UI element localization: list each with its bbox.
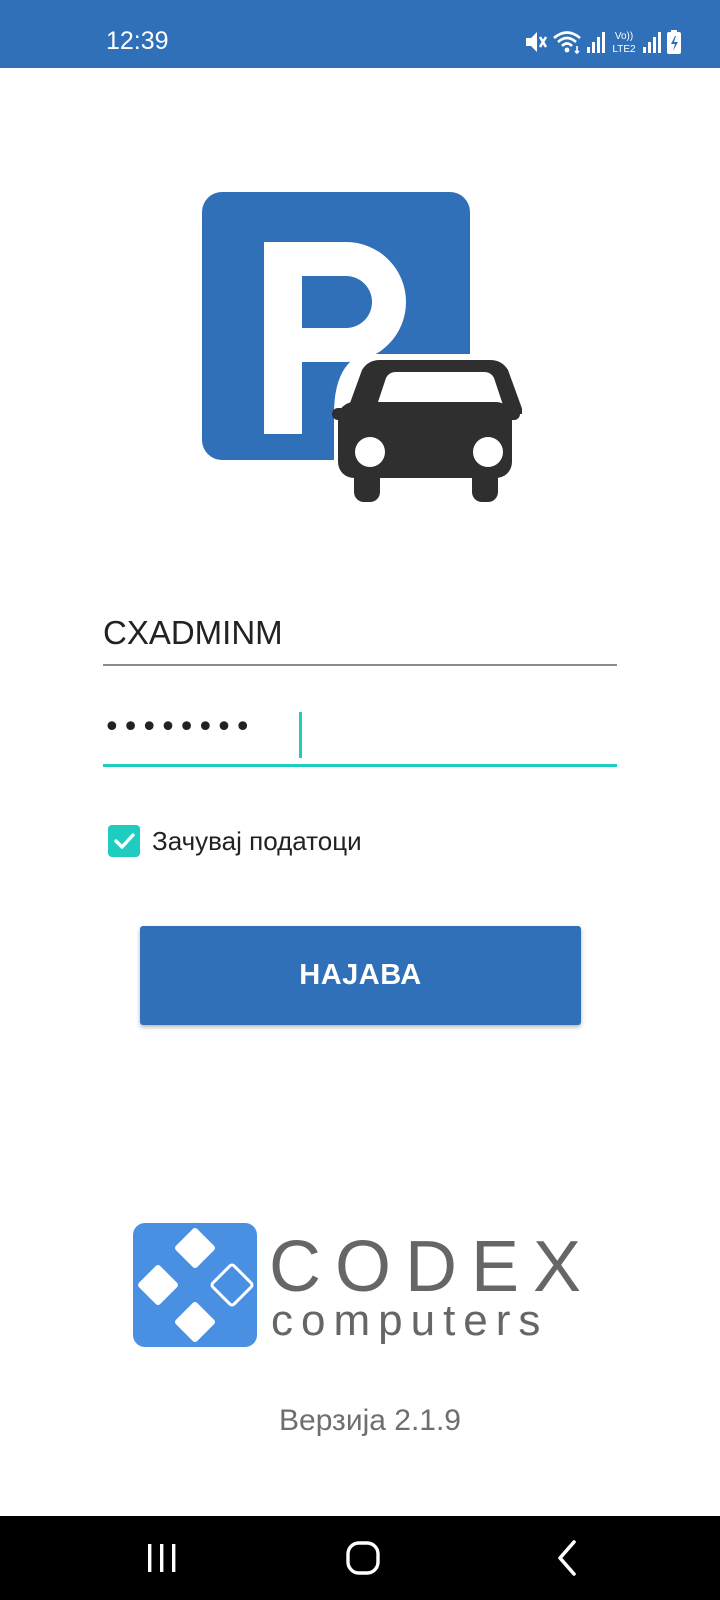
username-input[interactable]: CXADMINM	[103, 600, 617, 666]
username-value: CXADMINM	[103, 614, 283, 651]
status-time: 12:39	[106, 27, 169, 55]
signal-icon	[643, 32, 661, 53]
login-button[interactable]: НАЈАВА	[140, 926, 581, 1025]
codex-wordmark: CODEX	[269, 1227, 593, 1307]
wifi-icon	[553, 31, 581, 55]
remember-row[interactable]: Зачувај податоци	[108, 824, 362, 858]
svg-text:Vo)): Vo))	[615, 31, 633, 42]
home-icon[interactable]	[342, 1536, 386, 1580]
battery-charging-icon	[667, 30, 681, 54]
status-icons: Vo)) LTE2	[524, 28, 682, 56]
recent-apps-icon[interactable]	[140, 1536, 184, 1580]
password-value: ••••••••	[103, 710, 253, 745]
signal-icon	[587, 32, 605, 53]
back-icon[interactable]	[546, 1536, 590, 1580]
status-bar: 12:39 Vo)) LTE2	[0, 0, 720, 68]
parking-logo	[202, 192, 522, 504]
codex-logo: CODEX computers	[133, 1223, 593, 1347]
text-cursor	[299, 712, 302, 758]
remember-label: Зачувај податоци	[152, 825, 362, 856]
mute-icon	[526, 32, 548, 52]
svg-text:LTE2: LTE2	[612, 44, 636, 55]
navigation-bar	[0, 1516, 720, 1600]
volte-icon: Vo)) LTE2	[612, 31, 636, 55]
codex-subtitle: computers	[271, 1296, 548, 1345]
version-label: Верзија 2.1.9	[279, 1404, 461, 1437]
remember-checkbox[interactable]	[108, 825, 140, 857]
password-input[interactable]: ••••••••	[103, 700, 617, 767]
checkmark-icon	[114, 833, 135, 849]
